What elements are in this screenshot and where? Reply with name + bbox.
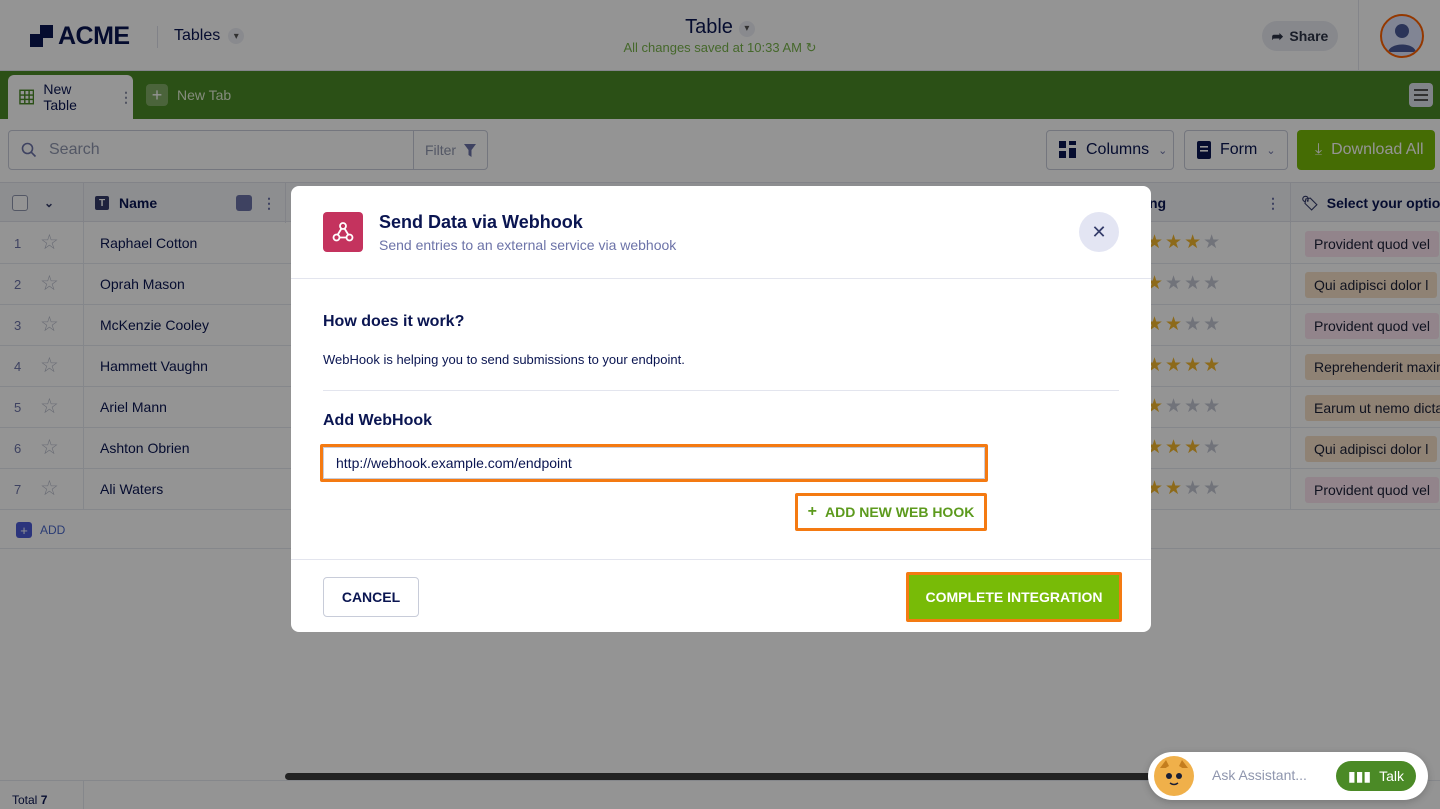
modal-header: Send Data via Webhook Send entries to an… [291, 186, 1151, 279]
complete-integration-button[interactable]: COMPLETE INTEGRATION [909, 575, 1119, 619]
section-divider [323, 390, 1119, 391]
talk-label: Talk [1379, 768, 1405, 784]
ask-assistant-input[interactable]: Ask Assistant... [1212, 767, 1307, 783]
webhook-url-highlight: http://webhook.example.com/endpoint [320, 444, 988, 482]
talk-button[interactable]: ▮▮▮ Talk [1336, 761, 1416, 791]
modal-title: Send Data via Webhook [379, 212, 583, 232]
modal-footer: CANCEL COMPLETE INTEGRATION [291, 559, 1151, 632]
close-icon: ✕ [1091, 221, 1107, 242]
assistant-widget: Ask Assistant... ▮▮▮ Talk [1148, 752, 1428, 800]
close-button[interactable]: ✕ [1079, 212, 1119, 252]
complete-integration-highlight: COMPLETE INTEGRATION [906, 572, 1122, 622]
how-it-works-description: WebHook is helping you to send submissio… [323, 352, 685, 367]
how-it-works-heading: How does it work? [323, 313, 465, 330]
webhook-modal: Send Data via Webhook Send entries to an… [291, 186, 1151, 632]
audio-bars-icon: ▮▮▮ [1347, 767, 1372, 784]
add-webhook-heading: Add WebHook [323, 412, 433, 429]
add-new-webhook-label: ADD NEW WEB HOOK [825, 504, 975, 520]
plus-icon: + [807, 503, 817, 520]
assistant-avatar-icon[interactable] [1154, 756, 1194, 796]
modal-subtitle: Send entries to an external service via … [379, 237, 677, 253]
webhook-url-input[interactable]: http://webhook.example.com/endpoint [323, 447, 985, 479]
webhook-icon [323, 212, 363, 252]
cancel-button[interactable]: CANCEL [323, 577, 419, 617]
add-new-webhook-button[interactable]: + ADD NEW WEB HOOK [795, 493, 987, 531]
